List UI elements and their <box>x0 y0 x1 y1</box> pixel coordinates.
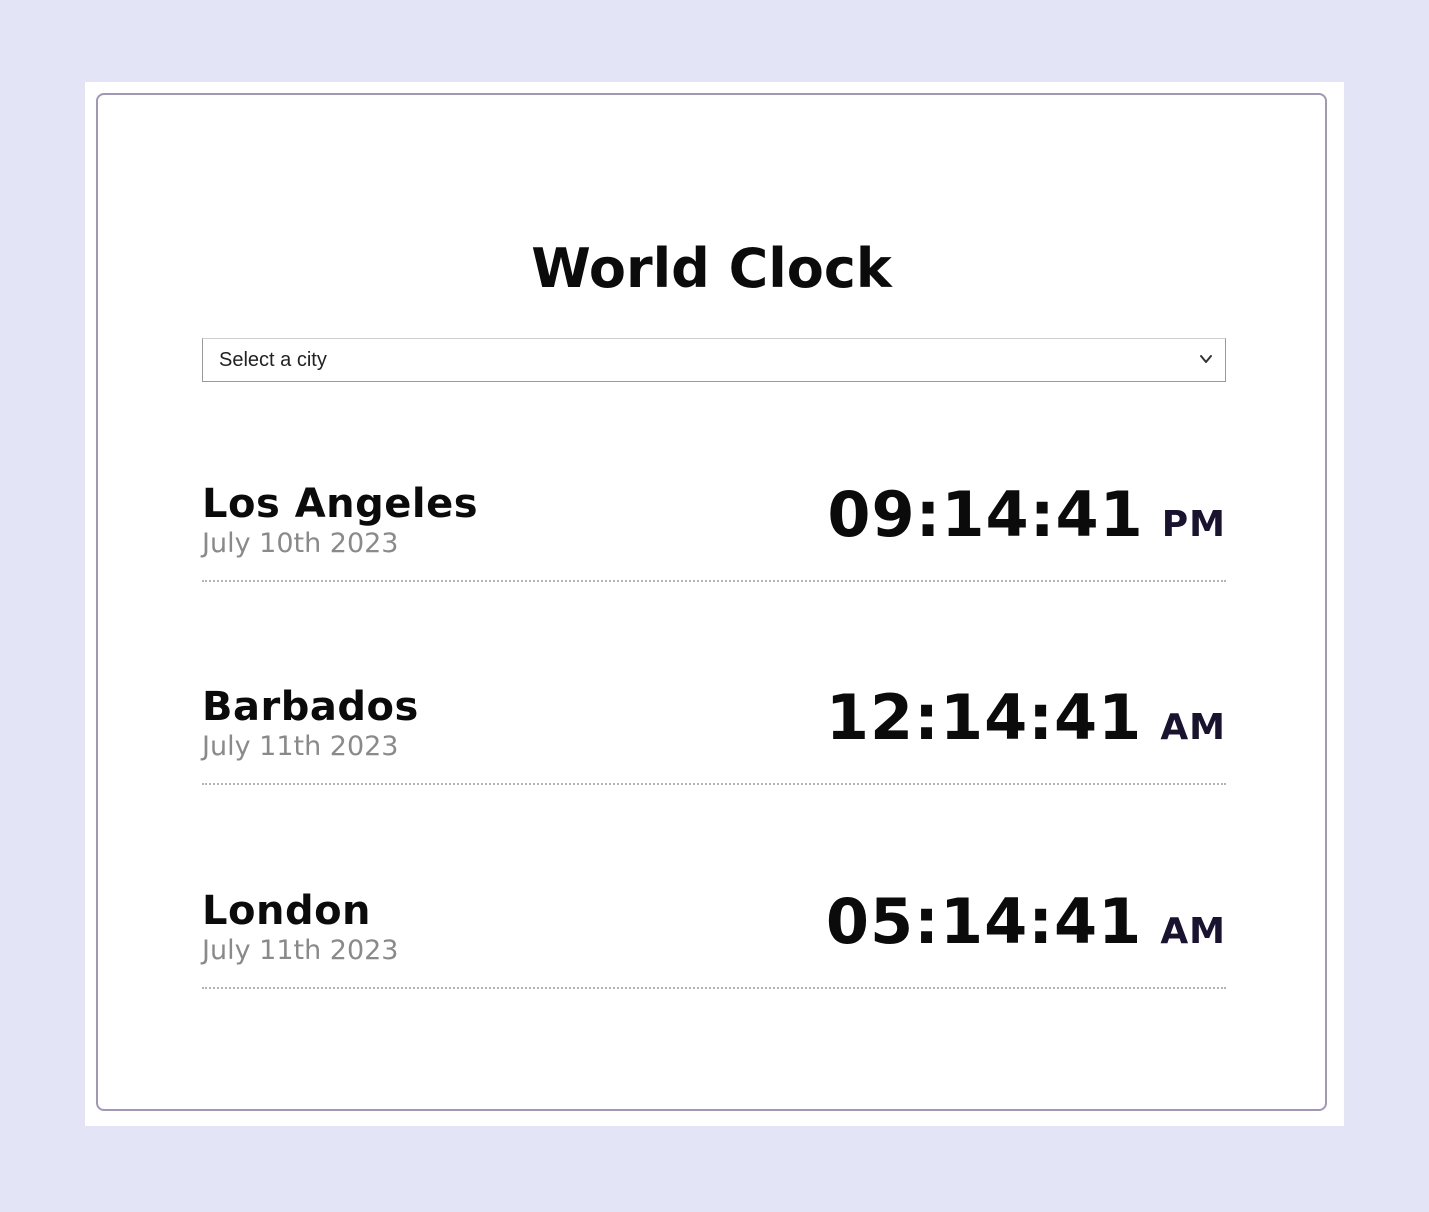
time-period: PM <box>1161 504 1226 545</box>
city-select-placeholder: Select a city <box>219 348 327 371</box>
world-clock-card: World Clock Select a city Los Angeles Ju… <box>96 93 1327 1111</box>
clock-row-barbados: Barbados July 11th 2023 12:14:41 AM <box>202 645 1226 785</box>
time-period: AM <box>1160 707 1226 748</box>
page-title: World Clock <box>531 237 892 300</box>
clock-row-los-angeles: Los Angeles July 10th 2023 09:14:41 PM <box>202 442 1226 582</box>
city-time: 09:14:41 PM <box>827 476 1226 554</box>
city-name: London <box>202 888 372 934</box>
city-date: July 11th 2023 <box>202 731 399 762</box>
time-period: AM <box>1160 911 1226 952</box>
time-value: 12:14:41 <box>825 681 1143 754</box>
time-value: 09:14:41 <box>827 478 1144 551</box>
city-time: 05:14:41 AM <box>826 883 1226 961</box>
city-select[interactable]: Select a city <box>202 338 1226 382</box>
city-date: July 11th 2023 <box>202 935 399 966</box>
time-value: 05:14:41 <box>825 885 1143 958</box>
page-container: World Clock Select a city Los Angeles Ju… <box>85 82 1344 1126</box>
city-time: 12:14:41 AM <box>826 679 1226 757</box>
city-name: Los Angeles <box>202 481 479 527</box>
city-name: Barbados <box>202 684 419 730</box>
city-date: July 10th 2023 <box>202 528 399 559</box>
chevron-down-icon <box>1200 355 1212 363</box>
clock-row-london: London July 11th 2023 05:14:41 AM <box>202 849 1226 989</box>
